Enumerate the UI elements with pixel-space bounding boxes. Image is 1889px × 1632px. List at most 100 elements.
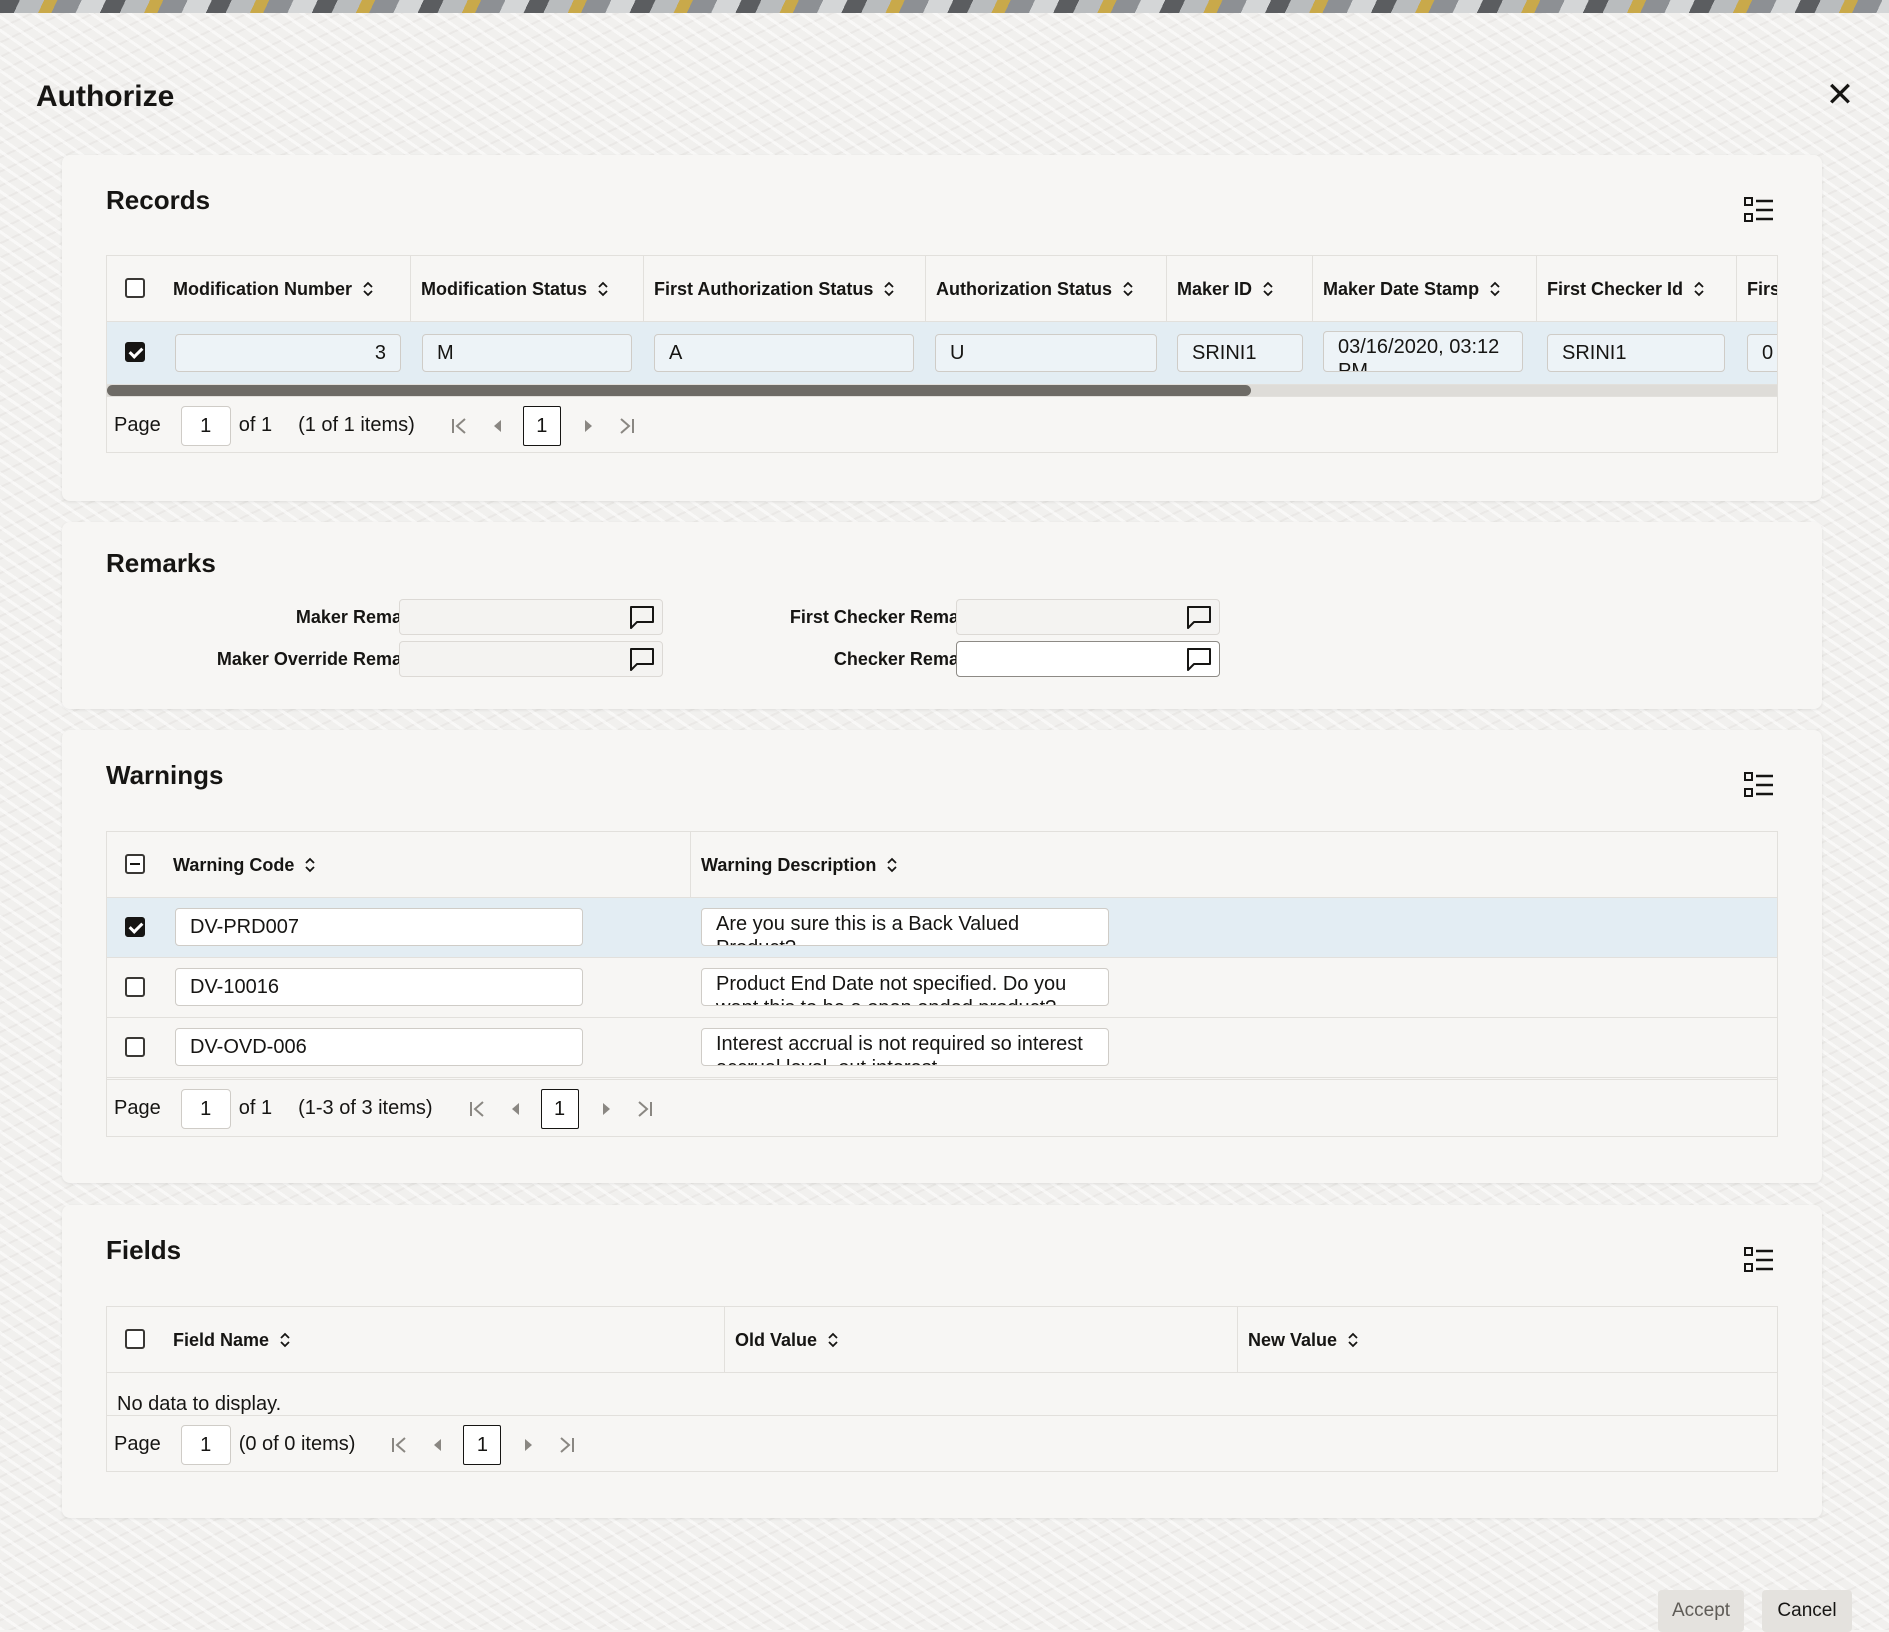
next-page-icon[interactable] (577, 415, 599, 437)
next-page-icon[interactable] (595, 1098, 617, 1120)
warning-description-field[interactable]: Interest accrual is not required so inte… (701, 1028, 1109, 1066)
previous-page-icon[interactable] (427, 1434, 449, 1456)
last-page-icon[interactable] (555, 1434, 577, 1456)
maker-remarks-field[interactable] (399, 599, 663, 635)
row-checkbox[interactable] (125, 977, 145, 997)
col-field-name[interactable]: Field Name (163, 1307, 725, 1373)
maker-date-stamp-field[interactable]: 03/16/2020, 03:12 PM (1323, 331, 1523, 372)
warning-description-field[interactable]: Product End Date not specified. Do you w… (701, 968, 1109, 1006)
next-page-icon[interactable] (517, 1434, 539, 1456)
sort-icon[interactable] (1489, 280, 1501, 298)
records-pager: Page 1 of 1 (1 of 1 items) 1 (107, 396, 1777, 453)
fields-grid: Field Name Old Value New Value No data t… (106, 1306, 1778, 1472)
col-modification-status[interactable]: Modification Status (411, 256, 644, 322)
warning-code-field[interactable]: DV-OVD-006 (175, 1028, 583, 1066)
col-authorization-status[interactable]: Authorization Status (926, 256, 1167, 322)
warning-code-field[interactable]: DV-PRD007 (175, 908, 583, 946)
modification-number-field[interactable]: 3 (175, 334, 401, 372)
comment-icon[interactable] (1185, 646, 1213, 672)
sort-icon[interactable] (1122, 280, 1134, 298)
col-warning-code[interactable]: Warning Code (163, 832, 691, 898)
col-maker-id[interactable]: Maker ID (1167, 256, 1313, 322)
maker-override-remarks-field[interactable] (399, 641, 663, 677)
dialog-title: Authorize (36, 80, 174, 114)
col-new-value[interactable]: New Value (1238, 1307, 1778, 1373)
records-grid-header: Modification Number Modification Status … (107, 256, 1777, 322)
first-authorization-status-field[interactable]: A (654, 334, 914, 372)
current-page-button[interactable]: 1 (463, 1425, 501, 1465)
pager-label: Page (114, 1097, 161, 1120)
select-all-checkbox[interactable] (125, 854, 145, 874)
first-page-icon[interactable] (467, 1098, 489, 1120)
first-page-icon[interactable] (449, 415, 471, 437)
table-row[interactable]: DV-OVD-006 Interest accrual is not requi… (107, 1018, 1777, 1078)
checker-remarks-field[interactable] (956, 641, 1220, 677)
authorization-status-field[interactable]: U (935, 334, 1157, 372)
previous-page-icon[interactable] (505, 1098, 527, 1120)
last-page-icon[interactable] (615, 415, 637, 437)
warnings-pager: Page 1 of 1 (1-3 of 3 items) 1 (107, 1079, 1777, 1137)
empty-message: No data to display. (117, 1393, 281, 1416)
sort-icon[interactable] (597, 280, 609, 298)
scrollbar-thumb[interactable] (107, 385, 1251, 396)
last-page-icon[interactable] (633, 1098, 655, 1120)
list-view-icon[interactable] (1744, 1247, 1774, 1273)
row-checkbox[interactable] (125, 917, 145, 937)
sort-icon[interactable] (362, 280, 374, 298)
list-view-icon[interactable] (1744, 197, 1774, 223)
table-row[interactable]: DV-10016 Product End Date not specified.… (107, 958, 1777, 1018)
accept-button[interactable]: Accept (1658, 1590, 1744, 1632)
warnings-grid-header: Warning Code Warning Description (107, 832, 1777, 898)
page-input[interactable]: 1 (181, 406, 231, 446)
comment-icon[interactable] (628, 646, 656, 672)
table-row[interactable]: 3 M A U SRINI1 03/16/2020, 03:12 PM SRIN… (107, 322, 1777, 385)
current-page-button[interactable]: 1 (541, 1089, 579, 1129)
pager-label: Page (114, 414, 161, 437)
sort-icon[interactable] (883, 280, 895, 298)
row-checkbox[interactable] (125, 342, 145, 362)
top-banner (0, 0, 1889, 13)
sort-icon[interactable] (279, 1331, 291, 1349)
modification-status-field[interactable]: M (422, 334, 632, 372)
sort-icon[interactable] (827, 1331, 839, 1349)
records-title: Records (106, 185, 210, 216)
comment-icon[interactable] (1185, 604, 1213, 630)
item-count: (0 of 0 items) (239, 1433, 356, 1456)
sort-icon[interactable] (1347, 1331, 1359, 1349)
first-checker-id-field[interactable]: SRINI1 (1547, 334, 1725, 372)
first-checker-date-stamp-field[interactable]: 0 (1747, 334, 1778, 372)
col-first-checker-date-stamp[interactable]: Firs (1737, 256, 1778, 322)
col-first-authorization-status[interactable]: First Authorization Status (644, 256, 926, 322)
comment-icon[interactable] (628, 604, 656, 630)
cancel-button[interactable]: Cancel (1762, 1590, 1852, 1632)
records-grid: Modification Number Modification Status … (106, 255, 1778, 453)
horizontal-scrollbar[interactable] (107, 385, 1777, 396)
col-modification-number[interactable]: Modification Number (163, 256, 411, 322)
first-checker-remarks-field[interactable] (956, 599, 1220, 635)
list-view-icon[interactable] (1744, 772, 1774, 798)
maker-id-field[interactable]: SRINI1 (1177, 334, 1303, 372)
sort-icon[interactable] (886, 856, 898, 874)
previous-page-icon[interactable] (487, 415, 509, 437)
sort-icon[interactable] (1262, 280, 1274, 298)
current-page-button[interactable]: 1 (523, 406, 561, 446)
col-maker-date-stamp[interactable]: Maker Date Stamp (1313, 256, 1537, 322)
select-all-checkbox[interactable] (125, 278, 145, 298)
first-page-icon[interactable] (389, 1434, 411, 1456)
sort-icon[interactable] (1693, 280, 1705, 298)
sort-icon[interactable] (304, 856, 316, 874)
warning-description-field[interactable]: Are you sure this is a Back Valued Produ… (701, 908, 1109, 946)
col-old-value[interactable]: Old Value (725, 1307, 1238, 1373)
select-all-checkbox[interactable] (125, 1329, 145, 1349)
table-row[interactable]: DV-PRD007 Are you sure this is a Back Va… (107, 898, 1777, 958)
item-count: (1 of 1 items) (298, 414, 415, 437)
warnings-grid: Warning Code Warning Description DV-PRD0… (106, 831, 1778, 1137)
col-first-checker-id[interactable]: First Checker Id (1537, 256, 1737, 322)
page-input[interactable]: 1 (181, 1089, 231, 1129)
close-icon[interactable]: ✕ (1825, 80, 1855, 110)
col-warning-description[interactable]: Warning Description (691, 832, 1778, 898)
pager-label: Page (114, 1433, 161, 1456)
page-input[interactable]: 1 (181, 1425, 231, 1465)
warning-code-field[interactable]: DV-10016 (175, 968, 583, 1006)
row-checkbox[interactable] (125, 1037, 145, 1057)
